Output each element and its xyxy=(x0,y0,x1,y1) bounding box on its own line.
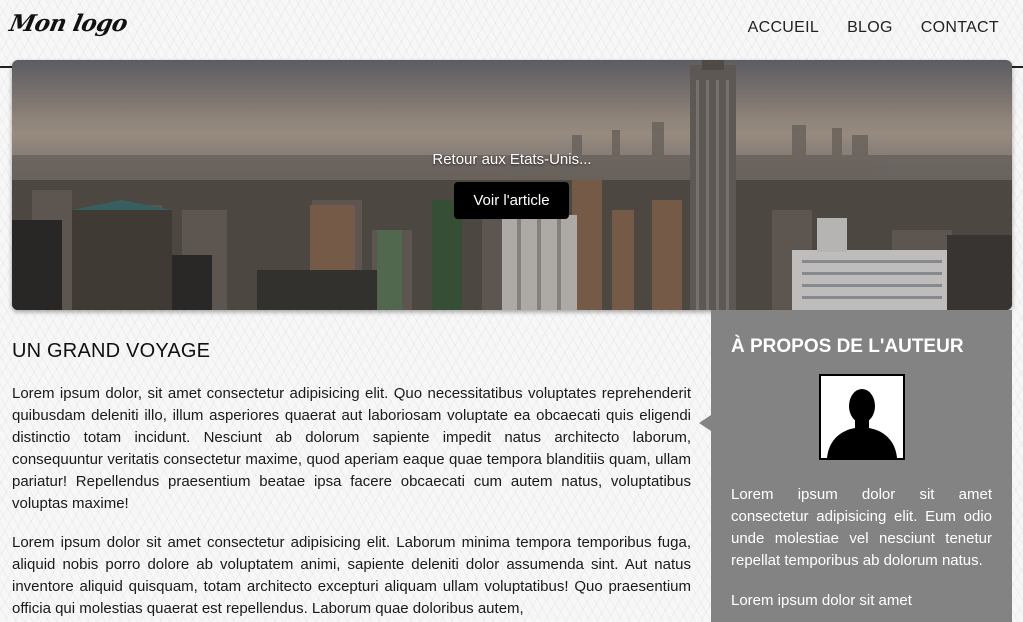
hero-caption: Retour aux Etats-Unis... xyxy=(432,151,592,168)
sidebar-paragraph-2: Lorem ipsum dolor sit amet xyxy=(731,592,912,609)
author-sidebar: À PROPOS DE L'AUTEUR Lorem ipsum dolor s… xyxy=(711,310,1012,622)
hero-banner: Retour aux Etats-Unis... Voir l'article xyxy=(12,60,1012,310)
read-article-button[interactable]: Voir l'article xyxy=(454,182,569,219)
main-nav: ACCUEIL BLOG CONTACT xyxy=(748,19,999,37)
article-title: UN GRAND VOYAGE xyxy=(12,340,211,362)
main-article: UN GRAND VOYAGE Lorem ipsum dolor, sit a… xyxy=(12,340,691,622)
person-silhouette-icon xyxy=(826,389,897,458)
article-paragraph-1: Lorem ipsum dolor, sit amet consectetur … xyxy=(12,385,691,512)
sidebar-paragraph-1: Lorem ipsum dolor sit amet consectetur a… xyxy=(731,486,992,569)
sidebar-pointer-arrow xyxy=(699,415,711,431)
nav-item-blog[interactable]: BLOG xyxy=(847,19,893,37)
site-logo[interactable]: Mon logo xyxy=(7,10,130,37)
article-paragraph-2: Lorem ipsum dolor sit amet consectetur a… xyxy=(12,534,691,617)
nav-item-contact[interactable]: CONTACT xyxy=(921,19,999,37)
sidebar-title: À PROPOS DE L'AUTEUR xyxy=(731,336,964,357)
nav-item-accueil[interactable]: ACCUEIL xyxy=(748,19,819,37)
author-avatar xyxy=(818,374,905,460)
site-header: Mon logo ACCUEIL BLOG CONTACT xyxy=(0,0,1023,68)
